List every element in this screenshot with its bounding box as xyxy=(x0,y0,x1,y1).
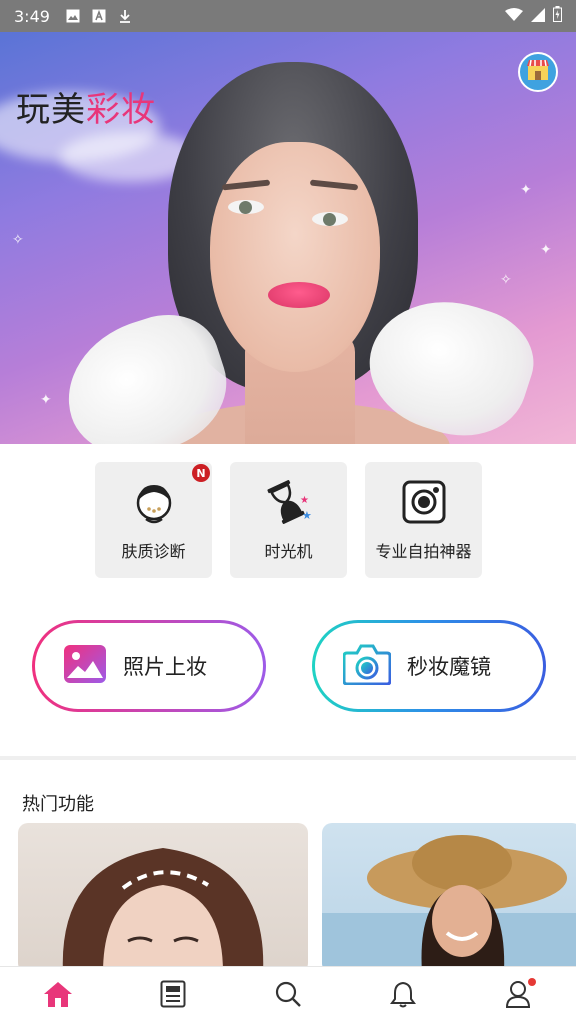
app-title: 玩美彩妆 xyxy=(16,82,156,131)
home-icon xyxy=(43,980,73,1012)
nav-search[interactable] xyxy=(264,972,312,1020)
user-icon xyxy=(505,980,531,1012)
section-divider xyxy=(0,756,576,760)
svg-text:★: ★ xyxy=(302,509,312,522)
skin-diagnosis-icon xyxy=(130,478,178,526)
model-eye xyxy=(228,200,264,214)
sunhat-model-image xyxy=(322,835,576,973)
status-system xyxy=(505,6,562,26)
feature-label: 肤质诊断 xyxy=(121,542,186,561)
hot-feature-card[interactable] xyxy=(18,823,308,973)
wifi-icon xyxy=(505,7,523,26)
download-icon xyxy=(118,9,132,23)
model-eye xyxy=(312,212,348,226)
bell-icon xyxy=(390,980,417,1012)
bottom-nav xyxy=(0,966,576,1024)
hot-feature-card[interactable] xyxy=(322,823,576,973)
feature-skin-diagnosis[interactable]: N 肤质诊断 xyxy=(95,462,212,578)
sparkle-icon: ✧ xyxy=(12,232,24,248)
feature-label: 专业自拍神器 xyxy=(375,542,472,561)
status-bar: 3:49 xyxy=(0,0,576,32)
hero-banner[interactable]: ✦ ✦ ✧ ✧ ✦ 玩美彩妆 xyxy=(0,32,576,444)
new-badge: N xyxy=(192,464,210,482)
status-notifications xyxy=(66,9,132,23)
nav-notifications[interactable] xyxy=(379,972,427,1020)
feature-label: 时光机 xyxy=(264,542,313,561)
status-time: 3:49 xyxy=(14,6,50,26)
app-title-part1: 玩美 xyxy=(16,90,86,130)
signal-icon xyxy=(531,7,545,26)
hairline-model-image xyxy=(62,848,264,973)
model-face xyxy=(210,142,380,372)
camera-icon xyxy=(342,643,392,689)
search-icon xyxy=(274,980,302,1012)
store-button[interactable] xyxy=(518,52,558,92)
sparkle-icon: ✧ xyxy=(500,272,512,288)
screen: 3:49 ✦ ✦ ✧ ✧ ✦ 玩美彩妆 N 肤质诊断 ★ ★ 时光机 专业自拍神… xyxy=(0,0,576,1024)
model-lips xyxy=(268,282,330,308)
nav-home[interactable] xyxy=(34,972,82,1020)
svg-text:★: ★ xyxy=(300,495,309,506)
magic-mirror-button[interactable]: 秒妆魔镜 xyxy=(312,620,546,712)
photo-makeup-button[interactable]: 照片上妆 xyxy=(32,620,266,712)
feature-tiles: N 肤质诊断 ★ ★ 时光机 专业自拍神器 xyxy=(95,462,482,578)
sparkle-icon: ✦ xyxy=(540,242,552,258)
battery-icon xyxy=(553,6,562,26)
photo-makeup-button-inner: 照片上妆 xyxy=(35,623,263,709)
feature-time-machine[interactable]: ★ ★ 时光机 xyxy=(230,462,347,578)
photo-gallery-icon xyxy=(63,644,107,688)
camera-lens-icon xyxy=(400,478,448,526)
sparkle-icon: ✦ xyxy=(40,392,52,408)
store-icon xyxy=(525,58,551,86)
section-title: 热门功能 xyxy=(22,794,94,815)
font-icon xyxy=(92,9,106,23)
hourglass-icon: ★ ★ xyxy=(265,478,313,526)
notification-dot xyxy=(528,977,537,986)
app-title-part2: 彩妆 xyxy=(86,90,156,130)
nav-feed[interactable] xyxy=(149,972,197,1020)
magic-mirror-label: 秒妆魔镜 xyxy=(407,655,491,679)
image-icon xyxy=(66,9,80,23)
feature-pro-selfie[interactable]: 专业自拍神器 xyxy=(365,462,482,578)
newspaper-icon xyxy=(160,980,186,1012)
sparkle-icon: ✦ xyxy=(520,182,532,198)
magic-mirror-button-inner: 秒妆魔镜 xyxy=(315,623,543,709)
nav-profile[interactable] xyxy=(494,972,542,1020)
photo-makeup-label: 照片上妆 xyxy=(123,655,207,679)
